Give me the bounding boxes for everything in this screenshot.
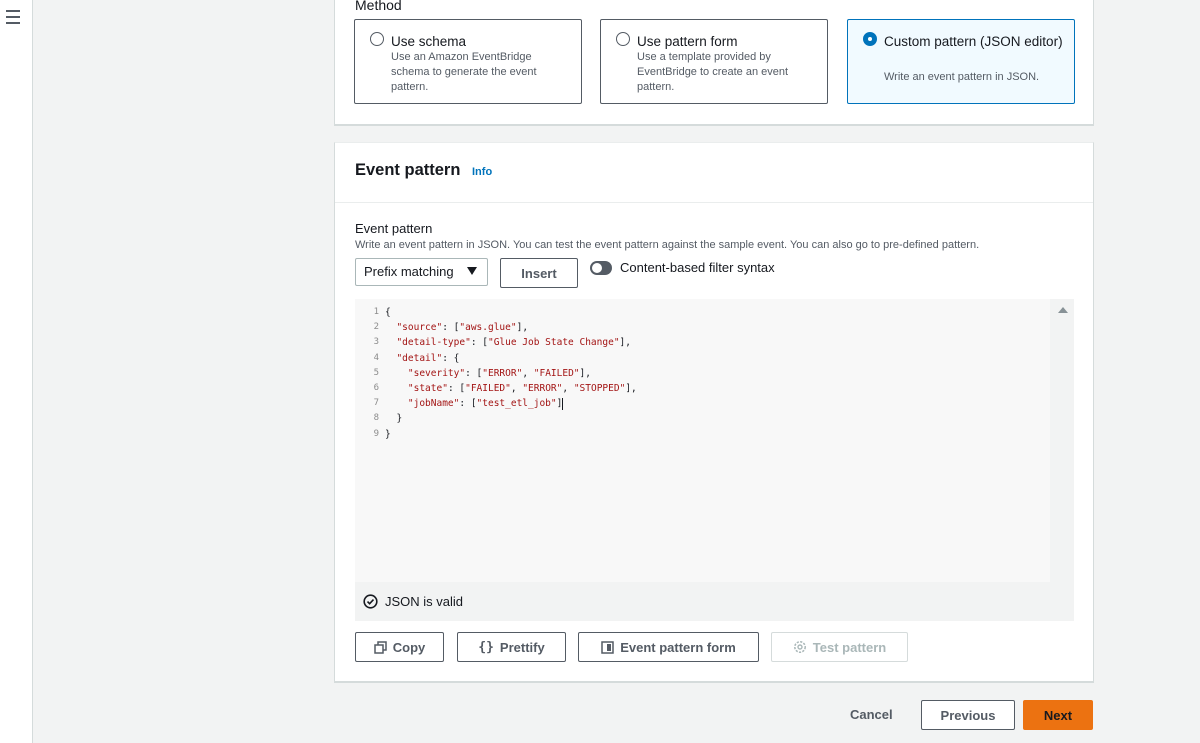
line-number: 2	[373, 322, 379, 333]
method-option-use-pattern-form[interactable]: Use pattern form Use a template provided…	[600, 19, 828, 104]
option-title: Use schema	[391, 34, 467, 49]
code-line: "detail-type": ["Glue Job State Change"]…	[396, 337, 631, 349]
test-pattern-button[interactable]: Test pattern	[771, 632, 908, 662]
prettify-label: Prettify	[499, 639, 545, 655]
line-number: 5	[373, 367, 379, 378]
copy-icon	[374, 640, 387, 654]
insert-button-label: Insert	[521, 265, 557, 281]
previous-button[interactable]: Previous	[921, 700, 1015, 730]
validation-status: JSON is valid	[363, 594, 463, 609]
section-header: Event pattern Info	[335, 143, 1093, 203]
event-pattern-panel: Event pattern Info Event pattern Write a…	[334, 142, 1094, 683]
line-number: 4	[373, 352, 379, 363]
caret-down-icon	[467, 267, 477, 275]
section-title: Event pattern	[355, 161, 461, 179]
line-number: 9	[373, 428, 379, 439]
matching-type-select[interactable]: Prefix matching	[355, 258, 488, 286]
method-panel: Method Use schema Use an Amazon EventBri…	[334, 0, 1094, 126]
method-option-custom-pattern[interactable]: Custom pattern (JSON editor) Write an ev…	[847, 19, 1075, 104]
code-line: "jobName": ["test_etl_job"]	[407, 397, 564, 410]
radio-unselected-icon[interactable]	[616, 32, 630, 46]
option-description: Use a template provided by EventBridge t…	[637, 51, 789, 93]
braces-icon: {}	[478, 639, 494, 655]
select-value: Prefix matching	[364, 264, 454, 279]
code-line: }	[385, 428, 391, 440]
previous-label: Previous	[940, 707, 996, 723]
line-number: 3	[373, 337, 379, 348]
code-line: "source": ["aws.glue"],	[396, 322, 529, 334]
copy-button[interactable]: Copy	[355, 632, 444, 662]
menu-icon[interactable]	[6, 10, 20, 24]
json-editor[interactable]: 1 2 3 4 5 6 7 8 9 { "source": ["aws.glue"], "det…	[355, 299, 1074, 621]
settings-icon	[793, 641, 806, 653]
radio-unselected-icon[interactable]	[370, 32, 384, 46]
field-label: Event pattern	[355, 221, 433, 236]
line-number: 1	[373, 307, 379, 317]
code-line: "detail": {	[396, 352, 460, 364]
copy-label: Copy	[392, 639, 426, 655]
check-circle-icon	[363, 594, 378, 609]
radio-selected-icon[interactable]	[863, 32, 877, 46]
field-description: Write an event pattern in JSON. You can …	[355, 239, 980, 251]
option-title: Use pattern form	[637, 34, 738, 49]
method-label: Method	[355, 0, 402, 13]
option-description: Write an event pattern in JSON.	[884, 71, 1040, 83]
toggle-label: Content-based filter syntax	[620, 260, 775, 275]
validation-text: JSON is valid	[385, 594, 464, 609]
test-pattern-label: Test pattern	[812, 639, 887, 655]
code-line: "state": ["FAILED", "ERROR", "STOPPED"],	[407, 383, 637, 395]
text-cursor	[562, 397, 564, 410]
line-numbers: 1 2 3 4 5 6 7 8 9	[355, 305, 379, 442]
left-navigation-rail	[0, 0, 33, 743]
info-link[interactable]: Info	[472, 166, 492, 178]
code-line: "severity": ["ERROR", "FAILED"],	[407, 367, 591, 379]
scroll-up-icon[interactable]	[1058, 307, 1068, 313]
next-label: Next	[1043, 707, 1073, 723]
form-icon	[601, 640, 614, 654]
cancel-button[interactable]: Cancel	[850, 707, 893, 722]
line-number: 8	[373, 413, 379, 424]
event-pattern-form-button[interactable]: Event pattern form	[578, 632, 759, 662]
prettify-button[interactable]: {} Prettify	[457, 632, 566, 662]
code-content[interactable]: { "source": ["aws.glue"], "detail-type":…	[385, 305, 637, 442]
option-title: Custom pattern (JSON editor)	[884, 34, 1063, 49]
method-option-use-schema[interactable]: Use schema Use an Amazon EventBridge sch…	[354, 19, 582, 104]
code-line: {	[385, 307, 391, 318]
line-number: 6	[373, 383, 379, 394]
option-description: Use an Amazon EventBridge schema to gene…	[391, 51, 537, 93]
event-pattern-form-label: Event pattern form	[620, 639, 736, 655]
code-area[interactable]: 1 2 3 4 5 6 7 8 9 { "source": ["aws.glue"], "det…	[355, 299, 1050, 582]
content-filter-toggle[interactable]	[590, 261, 612, 275]
next-button[interactable]: Next	[1023, 700, 1093, 730]
line-number: 7	[373, 398, 379, 409]
code-line: }	[385, 413, 403, 425]
insert-button[interactable]: Insert	[500, 258, 578, 288]
